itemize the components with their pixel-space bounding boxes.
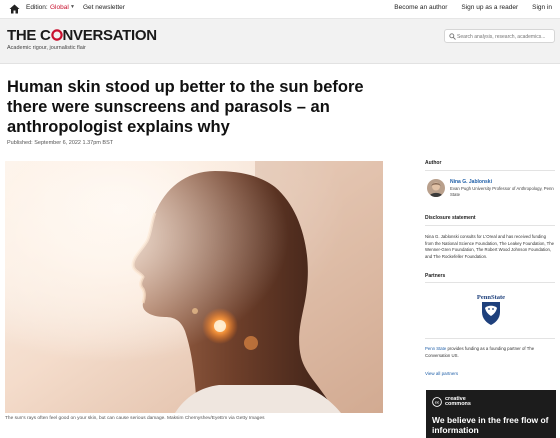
become-author-link[interactable]: Become an author (394, 4, 447, 11)
creative-commons-box: cc creative commons We believe in the fr… (426, 390, 556, 438)
sign-up-reader-link[interactable]: Sign up as a reader (461, 4, 518, 11)
tagline: Academic rigour, journalistic flair (7, 45, 86, 51)
search-icon (449, 33, 456, 40)
cc-statement: We believe in the free flow of informati… (432, 415, 549, 435)
article-headline: Human skin stood up better to the sun be… (7, 78, 364, 136)
divider (425, 338, 555, 339)
view-all-partners-link[interactable]: View all partners (425, 371, 458, 376)
article-sidebar: Author Nina G. Jablonski Evan Pugh Unive… (425, 160, 555, 376)
divider (425, 225, 555, 226)
site-logo[interactable]: THE C NVERSATION (7, 27, 157, 44)
account-links: Become an author Sign up as a reader Sig… (394, 4, 552, 11)
sign-in-link[interactable]: Sign in (532, 4, 552, 11)
funding-statement: Penn State provides funding as a foundin… (425, 346, 555, 359)
penn-state-link[interactable]: Penn State (425, 346, 446, 351)
svg-text:PennState: PennState (477, 294, 505, 301)
image-caption: The sun's rays often feel good on your s… (5, 416, 265, 421)
edition-label: Edition: (26, 4, 48, 11)
disclosure-text: Nina G. Jablonski consults for L'Oreal a… (425, 234, 555, 259)
search-box[interactable] (444, 29, 555, 43)
author-card[interactable]: Nina G. Jablonski Evan Pugh University P… (425, 178, 555, 208)
masthead: THE C NVERSATION Academic rigour, journa… (0, 19, 560, 64)
hero-image (5, 161, 383, 413)
logo-o-icon (50, 29, 63, 41)
divider (425, 170, 555, 171)
author-role: Evan Pugh University Professor of Anthro… (450, 186, 554, 197)
edition-selector[interactable]: Global (50, 4, 69, 11)
partners-section-title: Partners (425, 273, 446, 279)
published-date: Published: September 6, 2022 1.37pm BST (7, 140, 114, 146)
get-newsletter-link[interactable]: Get newsletter (83, 4, 125, 11)
chevron-down-icon[interactable]: ▼ (70, 4, 75, 10)
top-bar: Edition: Global ▼ Get newsletter Become … (0, 0, 560, 19)
creative-commons-logo[interactable]: cc creative commons (432, 396, 471, 407)
author-name[interactable]: Nina G. Jablonski (450, 179, 492, 185)
svg-text:cc: cc (435, 400, 440, 405)
author-avatar[interactable] (427, 179, 445, 197)
search-input[interactable] (457, 31, 553, 42)
pennstate-logo[interactable]: PennState (473, 292, 509, 328)
cc-wordmark: creative commons (445, 396, 471, 407)
divider (425, 282, 555, 283)
home-icon[interactable] (9, 4, 20, 14)
cc-icon: cc (432, 397, 442, 407)
author-section-title: Author (425, 160, 442, 166)
disclosure-section-title: Disclosure statement (425, 215, 476, 221)
